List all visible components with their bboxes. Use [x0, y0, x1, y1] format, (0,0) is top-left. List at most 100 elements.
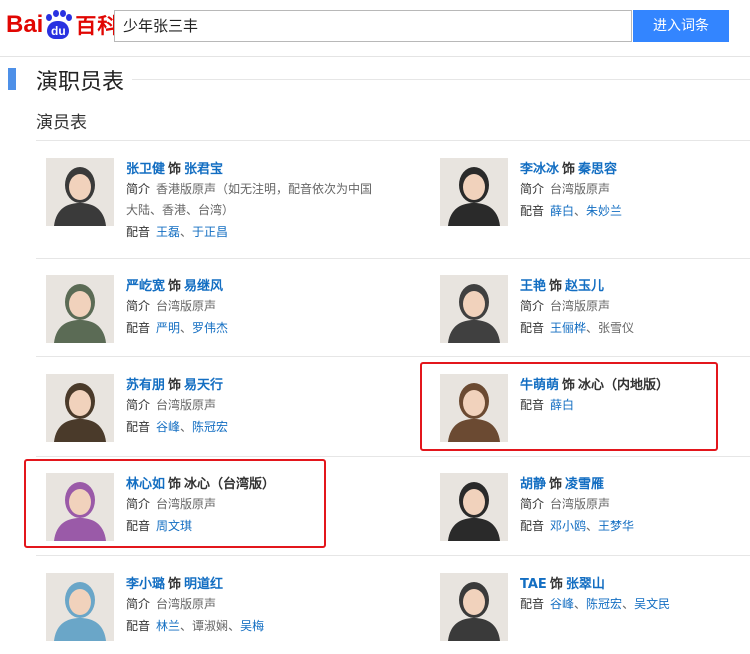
intro-text: 台湾版原声 — [550, 182, 611, 196]
dub-label: 配音 — [520, 204, 545, 218]
dub-label: 配音 — [126, 321, 151, 335]
cast-card: 胡静饰凌雪雁 简介 台湾版原声 配音 邓小鸥、王梦华 — [440, 473, 750, 553]
dubber-link[interactable]: 谷峰 — [156, 420, 180, 434]
actor-photo[interactable] — [46, 275, 114, 343]
intro-text: 台湾版原声 — [550, 299, 611, 313]
intro-text: 香港版原声（如无注明，配音依次为中国大陆、香港、台湾） — [126, 182, 373, 217]
actor-link[interactable]: 苏有朋 — [126, 378, 165, 393]
intro-label: 简介 — [126, 597, 151, 611]
role-link[interactable]: 明道红 — [184, 577, 223, 592]
logo-text-du: du — [47, 21, 70, 39]
actor-link[interactable]: 王艳 — [520, 279, 546, 294]
dubber-link[interactable]: 王俪桦 — [550, 321, 586, 335]
dub-line: 配音 王俪桦、张雪仪 — [520, 318, 634, 339]
dubber-link[interactable]: 严明 — [156, 321, 180, 335]
dub-label: 配音 — [126, 225, 151, 239]
actor-photo[interactable] — [440, 158, 508, 226]
cast-name-line: 李小璐饰明道红 — [126, 573, 223, 592]
dubber-text: 谭淑娴 — [192, 619, 229, 633]
dubber-link[interactable]: 吴梅 — [240, 619, 264, 633]
cast-card: TAE 饰张翠山 配音 谷峰、陈冠宏、吴文民 — [440, 573, 750, 653]
as-label: 饰 — [549, 577, 563, 592]
dubber-link[interactable]: 朱妙兰 — [586, 204, 622, 218]
dubber-text: 张雪仪 — [598, 321, 635, 335]
cast-subtitle: 演员表 — [36, 113, 87, 133]
cast-card: 王艳饰赵玉儿 简介 台湾版原声 配音 王俪桦、张雪仪 — [440, 275, 750, 355]
dub-label: 配音 — [520, 597, 545, 611]
intro-label: 简介 — [520, 497, 545, 511]
dub-line: 配音 谷峰、陈冠宏、吴文民 — [520, 594, 670, 615]
actor-link[interactable]: TAE — [520, 577, 547, 592]
role-link[interactable]: 张君宝 — [184, 162, 223, 177]
cast-name-line: 苏有朋饰易天行 — [126, 374, 223, 393]
actor-link[interactable]: 张卫健 — [126, 162, 165, 177]
intro-text: 台湾版原声 — [550, 497, 611, 511]
actor-photo[interactable] — [440, 275, 508, 343]
separator: 、 — [180, 420, 193, 434]
actor-link[interactable]: 胡静 — [520, 477, 546, 492]
as-label: 饰 — [168, 279, 182, 294]
dubber-link[interactable]: 薛白 — [550, 204, 574, 218]
intro-line: 简介 台湾版原声 — [126, 296, 216, 317]
cast-name-line: 张卫健饰张君宝 — [126, 158, 223, 177]
search-input[interactable]: 少年张三丰 — [114, 10, 632, 42]
separator: 、 — [586, 321, 599, 335]
dubber-link[interactable]: 吴文民 — [634, 597, 670, 611]
separator: 、 — [574, 597, 587, 611]
intro-label: 简介 — [126, 182, 151, 196]
as-label: 饰 — [562, 162, 576, 177]
actor-photo[interactable] — [46, 573, 114, 641]
enter-entry-button[interactable]: 进入词条 — [633, 10, 729, 42]
cast-name-line: 李冰冰饰秦思容 — [520, 158, 617, 177]
actor-photo[interactable] — [440, 573, 508, 641]
dubber-link[interactable]: 于正昌 — [192, 225, 228, 239]
dubber-link[interactable]: 王磊 — [156, 225, 180, 239]
role-link[interactable]: 赵玉儿 — [565, 279, 604, 294]
role-link[interactable]: 易继风 — [184, 279, 223, 294]
actor-photo[interactable] — [440, 473, 508, 541]
dubber-link[interactable]: 林兰 — [156, 619, 180, 633]
actor-link[interactable]: 严屹宽 — [126, 279, 165, 294]
dubber-link[interactable]: 陈冠宏 — [586, 597, 622, 611]
cast-card: 张卫健饰张君宝 简介 香港版原声（如无注明，配音依次为中国大陆、香港、台湾） 配音… — [46, 158, 376, 239]
dub-line: 配音 邓小鸥、王梦华 — [520, 516, 634, 537]
role-link[interactable]: 秦思容 — [578, 162, 617, 177]
baidu-baike-logo[interactable]: Bai du 百科 — [6, 8, 119, 42]
intro-text: 台湾版原声 — [156, 597, 217, 611]
separator: 、 — [574, 204, 587, 218]
separator: 、 — [228, 619, 241, 633]
dubber-link[interactable]: 罗伟杰 — [192, 321, 228, 335]
role-link[interactable]: 张翠山 — [566, 577, 605, 592]
separator: 、 — [180, 225, 193, 239]
actor-photo[interactable] — [46, 158, 114, 226]
logo-text-baike: 百科 — [75, 14, 120, 38]
intro-text: 台湾版原声 — [156, 299, 217, 313]
role-link[interactable]: 凌雪雁 — [565, 477, 604, 492]
as-label: 饰 — [168, 577, 182, 592]
dub-label: 配音 — [126, 619, 151, 633]
actor-link[interactable]: 李冰冰 — [520, 162, 559, 177]
paw-icon: du — [44, 10, 73, 40]
intro-label: 简介 — [520, 299, 545, 313]
intro-text: 台湾版原声 — [156, 398, 217, 412]
cast-name-line: 胡静饰凌雪雁 — [520, 473, 604, 492]
cast-name-line: TAE 饰张翠山 — [520, 573, 605, 592]
dubber-link[interactable]: 邓小鸥 — [550, 519, 586, 533]
cast-card: 苏有朋饰易天行 简介 台湾版原声 配音 谷峰、陈冠宏 — [46, 374, 376, 454]
intro-line: 简介 香港版原声（如无注明，配音依次为中国大陆、香港、台湾） — [126, 179, 381, 221]
actor-link[interactable]: 李小璐 — [126, 577, 165, 592]
as-label: 饰 — [549, 279, 563, 294]
cast-card: 李小璐饰明道红 简介 台湾版原声 配音 林兰、谭淑娴、吴梅 — [46, 573, 376, 653]
section-divider — [132, 79, 750, 80]
dubber-link[interactable]: 陈冠宏 — [192, 420, 228, 434]
actor-photo[interactable] — [46, 374, 114, 442]
intro-line: 简介 台湾版原声 — [520, 296, 610, 317]
row-divider — [36, 555, 750, 556]
cast-name-line: 王艳饰赵玉儿 — [520, 275, 604, 294]
highlight-box — [420, 362, 718, 451]
dub-label: 配音 — [520, 321, 545, 335]
dub-line: 配音 严明、罗伟杰 — [126, 318, 228, 339]
dubber-link[interactable]: 王梦华 — [598, 519, 634, 533]
dubber-link[interactable]: 谷峰 — [550, 597, 574, 611]
role-link[interactable]: 易天行 — [184, 378, 223, 393]
